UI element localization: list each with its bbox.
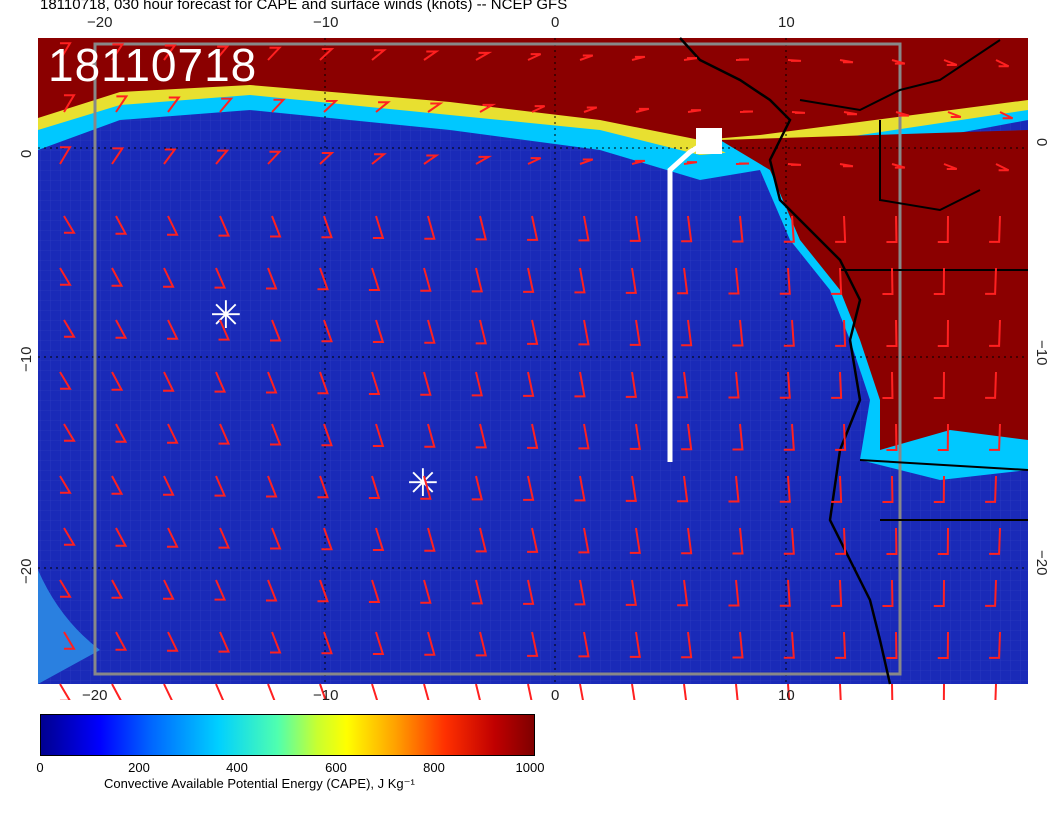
wind-barb xyxy=(942,683,945,700)
wind-barb xyxy=(423,683,430,700)
wind-barb xyxy=(527,683,533,700)
top-tick: −20 xyxy=(87,14,113,31)
wind-barb xyxy=(791,111,806,114)
bottom-tick: 10 xyxy=(778,687,795,704)
bottom-tick: 0 xyxy=(551,687,560,704)
right-tick: 0 xyxy=(1033,138,1050,147)
wind-barb xyxy=(891,683,894,700)
colorbar-tick: 200 xyxy=(128,760,150,775)
left-tick: −10 xyxy=(18,346,35,372)
colorbar-tick: 600 xyxy=(325,760,347,775)
wind-barb xyxy=(839,683,842,700)
right-tick: −20 xyxy=(1033,550,1050,576)
top-tick: 10 xyxy=(778,14,795,31)
colorbar xyxy=(40,714,535,756)
wind-barb xyxy=(735,683,739,700)
wind-barb xyxy=(787,59,802,62)
wind-barb xyxy=(111,683,122,700)
colorbar-tick: 1000 xyxy=(515,760,545,775)
wind-barb xyxy=(163,683,173,700)
bottom-tick: −10 xyxy=(313,687,339,704)
wind-barb xyxy=(59,683,71,700)
cape-map: ✳ ✳ xyxy=(38,37,1029,700)
cross-marker: ✳ xyxy=(210,293,242,337)
left-tick: 0 xyxy=(18,149,35,158)
wind-barb xyxy=(215,683,225,700)
colorbar-tick: 800 xyxy=(423,760,445,775)
right-tick: −10 xyxy=(1033,340,1050,366)
wind-barb xyxy=(475,683,481,700)
wind-barb xyxy=(579,683,584,700)
wind-barb xyxy=(787,163,802,166)
left-tick: −20 xyxy=(18,558,35,584)
wind-barb xyxy=(631,683,636,700)
wind-barb xyxy=(267,683,276,700)
top-tick: 0 xyxy=(551,14,560,31)
colorbar-tick: 400 xyxy=(226,760,248,775)
colorbar-tick: 0 xyxy=(36,760,44,775)
storm-position-marker xyxy=(696,128,722,154)
date-stamp: 18110718 xyxy=(48,39,258,91)
wind-barb xyxy=(683,683,688,700)
top-tick: −10 xyxy=(313,14,339,31)
colorbar-label: Convective Available Potential Energy (C… xyxy=(104,776,415,791)
bottom-tick: −20 xyxy=(82,687,108,704)
wind-barb xyxy=(371,683,379,700)
wind-barb xyxy=(994,683,997,700)
